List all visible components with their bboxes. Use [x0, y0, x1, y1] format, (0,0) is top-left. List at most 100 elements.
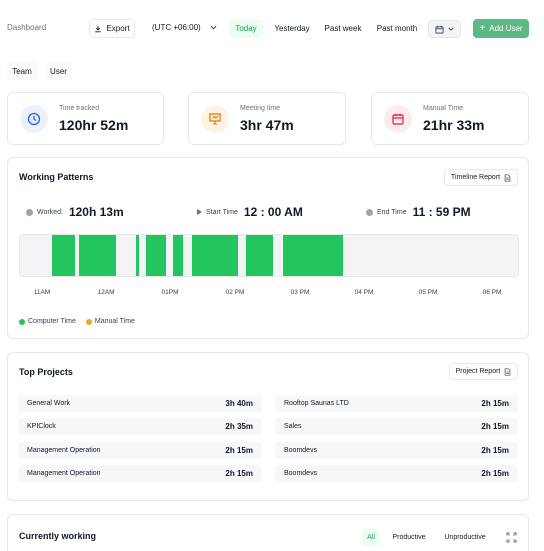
top-projects-card: Top Projects Project Report General Work…: [7, 352, 529, 501]
legend-manual-time: Manual Time: [85, 318, 135, 325]
export-button[interactable]: Export: [89, 19, 135, 38]
project-name: Management Operation: [27, 470, 101, 477]
legend-dot: [85, 318, 92, 325]
working-patterns-card: Working Patterns Timeline Report Worked:…: [7, 157, 529, 339]
timeline-report-button[interactable]: Timeline Report: [444, 169, 518, 186]
hour-label: 02 PM: [225, 289, 245, 296]
project-report-button[interactable]: Project Report: [449, 363, 518, 380]
document-icon: [504, 173, 511, 182]
worked-label: Worked:: [37, 208, 63, 216]
download-icon: [95, 25, 102, 32]
hour-label: 04 PM: [354, 289, 374, 296]
stat-card-time-tracked: Time tracked 120hr 52m: [7, 92, 164, 145]
document-icon: [505, 367, 511, 376]
card-title: Currently working: [19, 531, 97, 541]
legend-computer-time: Computer Time: [19, 318, 76, 325]
dot-icon: [26, 208, 33, 216]
currently-working-card: Currently working All Productive Unprodu…: [7, 514, 529, 551]
filter-productive[interactable]: Productive: [388, 529, 430, 546]
project-time: 2h 15m: [481, 469, 509, 478]
timeline-segment: [145, 235, 166, 276]
project-name: Boomdevs: [284, 447, 318, 454]
project-row[interactable]: Boomdevs 2h 15m: [275, 442, 518, 459]
stat-card-manual-time: Manual Time 21hr 33m: [371, 92, 529, 145]
project-time: 2h 15m: [225, 469, 253, 478]
project-name: Rooftop Saunas LTD: [284, 400, 349, 407]
timezone-value: (UTC +06:00): [152, 23, 201, 32]
range-tab-past-week[interactable]: Past week: [322, 19, 364, 38]
project-time: 3h 40m: [225, 399, 253, 408]
project-time: 2h 15m: [481, 399, 509, 408]
range-tab-yesterday[interactable]: Yesterday: [270, 19, 314, 38]
add-user-label: Add User: [489, 24, 523, 33]
project-name: Boomdevs: [284, 470, 318, 477]
play-icon: [197, 209, 202, 215]
project-time: 2h 15m: [481, 446, 509, 455]
legend-dot: [19, 318, 25, 325]
project-row[interactable]: Sales 2h 15m: [275, 418, 518, 435]
project-row[interactable]: Boomdevs 2h 15m: [275, 465, 518, 482]
toggle-user[interactable]: User: [45, 62, 72, 80]
end-time: End Time 11 : 59 PM: [366, 205, 471, 219]
timeline-segment: [136, 235, 139, 276]
project-name: General Work: [27, 400, 71, 407]
project-name: KPIClock: [27, 423, 56, 430]
date-picker-button[interactable]: [428, 20, 461, 38]
end-time-value: 11 : 59 PM: [412, 205, 471, 219]
stat-value: 21hr 33m: [423, 117, 485, 133]
project-name: Management Operation: [27, 447, 101, 454]
timeline-segment: [282, 235, 343, 276]
worked-total: Worked: 120h 13m: [26, 205, 124, 219]
activity-timeline: [19, 234, 519, 277]
project-row[interactable]: Management Operation 2h 15m: [18, 465, 262, 482]
toggle-team[interactable]: Team: [7, 62, 37, 80]
project-report-label: Project Report: [455, 368, 501, 375]
hour-label: 01PM: [161, 289, 179, 296]
worked-value: 120h 13m: [68, 205, 124, 219]
breadcrumb[interactable]: Dashboard: [7, 23, 46, 32]
project-row[interactable]: Management Operation 2h 15m: [18, 442, 262, 459]
start-time: Start Time 12 : 00 AM: [197, 205, 303, 219]
range-tab-today[interactable]: Today: [229, 19, 263, 38]
stat-label: Time tracked: [59, 105, 100, 112]
expand-icon[interactable]: [506, 530, 517, 548]
export-label: Export: [106, 24, 130, 33]
project-row[interactable]: General Work 3h 40m: [18, 395, 262, 412]
stat-card-meeting-time: Meeting time 3hr 47m: [188, 92, 346, 145]
hour-label: 12AM: [97, 289, 115, 296]
project-time: 2h 15m: [225, 446, 253, 455]
start-time-label: Start Time: [206, 208, 238, 216]
stop-icon: [366, 208, 373, 216]
stat-label: Manual Time: [423, 105, 464, 112]
calendar-icon: [384, 105, 412, 133]
plus-icon: +: [479, 22, 486, 34]
timeline-segment: [51, 235, 75, 276]
timezone-select[interactable]: (UTC +06:00): [152, 23, 217, 32]
project-row[interactable]: Rooftop Saunas LTD 2h 15m: [275, 395, 518, 412]
project-name: Sales: [284, 423, 302, 430]
range-tab-past-month[interactable]: Past month: [373, 19, 421, 38]
chevron-down-icon: [210, 25, 217, 30]
timeline-segment: [192, 235, 239, 276]
stat-label: Meeting time: [240, 105, 281, 112]
project-row[interactable]: KPIClock 2h 35m: [18, 418, 262, 435]
calendar-icon: [435, 25, 444, 34]
legend-label: Manual Time: [94, 318, 135, 325]
stat-value: 120hr 52m: [59, 117, 129, 133]
hour-label: 11AM: [33, 289, 51, 296]
add-user-button[interactable]: + Add User: [473, 19, 529, 38]
timeline-segment: [78, 235, 117, 276]
timeline-report-label: Timeline Report: [450, 174, 501, 181]
filter-all[interactable]: All: [362, 529, 380, 546]
chevron-down-icon: [448, 27, 454, 31]
timeline-legend: Computer Time Manual Time: [19, 318, 135, 325]
hour-label: 05 PM: [418, 289, 438, 296]
hour-label: 03 PM: [290, 289, 310, 296]
start-time-value: 12 : 00 AM: [243, 205, 303, 219]
card-title: Top Projects: [19, 367, 73, 377]
card-title: Working Patterns: [19, 172, 94, 182]
filter-unproductive[interactable]: Unproductive: [440, 529, 490, 546]
legend-label: Computer Time: [28, 318, 76, 325]
project-time: 2h 35m: [225, 422, 253, 431]
top-bar: Dashboard Export (UTC +06:00) Today Yest…: [0, 18, 544, 40]
